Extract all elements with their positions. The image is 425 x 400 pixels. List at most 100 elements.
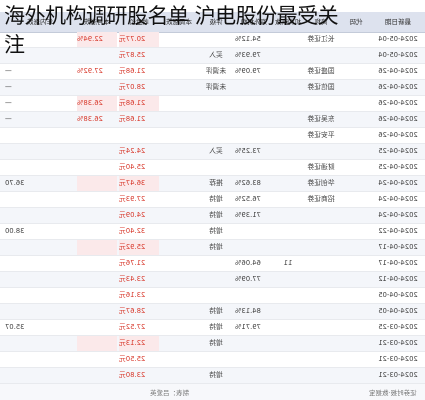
table-cell-rating: [199, 160, 233, 175]
table-cell-rating: 推荐: [209, 179, 223, 187]
table-cell-w: [161, 80, 197, 95]
table-cell-w: [161, 256, 197, 271]
table-cell-date: 2024-03-25: [378, 323, 418, 331]
table-cell-p: 23.80元: [119, 371, 146, 379]
table-cell-rating: 增持: [209, 307, 223, 315]
table-cell-w: [161, 272, 197, 287]
table-cell-m: [77, 320, 117, 335]
table-cell-w: [161, 112, 197, 127]
table-cell-code: [341, 256, 371, 271]
table-cell-p: 27.93元: [119, 195, 146, 203]
table-row: 2024-04-26 国信证券 未调评 28.07元 —: [0, 80, 425, 96]
table-cell-p: 25.50元: [119, 355, 146, 363]
table-cell-m: [77, 336, 117, 351]
table-cell-pct: [235, 336, 273, 351]
table-cell-name: 国盛证券: [307, 67, 335, 75]
table-cell-rating: [199, 288, 233, 303]
table-cell-w: [161, 352, 197, 367]
table-cell-rating: 增持: [209, 195, 223, 203]
table-cell-y: 35.07: [5, 323, 25, 331]
table-cell-w: [161, 192, 197, 207]
table-cell-pct: 83.62%: [235, 179, 261, 187]
table-cell-y: 38.00: [5, 227, 25, 235]
table-cell-name: [303, 336, 339, 351]
table-cell-name: [303, 224, 339, 239]
table-cell-y: [5, 160, 75, 175]
table-footer: 证券时报·数据宝 制表：吕爱英: [0, 384, 425, 400]
table-cell-y: —: [5, 83, 12, 91]
table-cell-n: [275, 80, 301, 95]
table-cell-n: [275, 128, 301, 143]
table-cell-pct: [235, 128, 273, 143]
table-cell-code: [341, 336, 371, 351]
table-cell-p: 21.68元: [119, 96, 159, 111]
table-cell-pct: 77.09%: [235, 275, 261, 283]
table-cell-n: [275, 320, 301, 335]
table-cell-code: [341, 96, 371, 111]
table-cell-code: [341, 240, 371, 255]
table-cell-y: [5, 288, 75, 303]
table-cell-name: [303, 304, 339, 319]
table-cell-rating: 增持: [209, 211, 223, 219]
table-cell-rating: [199, 352, 233, 367]
table-cell-m: [77, 192, 117, 207]
table-cell-pct: 79.71%: [235, 323, 261, 331]
table-cell-n: [275, 336, 301, 351]
table-cell-w: [161, 368, 197, 383]
table-cell-m: [77, 304, 117, 319]
table-cell-m: [77, 128, 117, 143]
table-cell-code: [341, 128, 371, 143]
table-cell-p: 21.68元: [119, 115, 146, 123]
table-cell-p: 28.07元: [119, 83, 146, 91]
table-cell-name: 华创证券: [307, 179, 335, 187]
table-row: 2024-03-21 增持 23.80元: [0, 368, 425, 384]
table-cell-date: 2024-04-24: [378, 179, 418, 187]
table-cell-m: [77, 80, 117, 95]
table-cell-code: [341, 368, 371, 383]
table-cell-name: 招商证券: [307, 195, 335, 203]
table-cell-name: 国信证券: [307, 83, 335, 91]
table-cell-code: [341, 112, 371, 127]
table-cell-y: [5, 240, 75, 255]
table-cell-n: [275, 352, 301, 367]
table-cell-y: [5, 336, 75, 351]
table-cell-rating: [199, 96, 233, 111]
table-cell-m: 27.92%: [77, 67, 103, 75]
table-cell-rating: 增持: [209, 243, 223, 251]
table-cell-pct: [235, 80, 273, 95]
table-cell-rating: 买入: [209, 147, 223, 155]
table-cell-date: 2024-04-26: [378, 99, 418, 107]
table-cell-m: [77, 208, 117, 223]
table-cell-w: [161, 160, 197, 175]
headline-line-1: 海外机构调研股名单 沪电股份最受关: [4, 4, 339, 28]
table-cell-m: 26.38%: [77, 115, 103, 123]
table-cell-pct: [235, 240, 273, 255]
table-row: 2024-03-21 增持 22.13元: [0, 336, 425, 352]
table-cell-code: [341, 352, 371, 367]
table-cell-w: [161, 336, 197, 351]
table-cell-m: [77, 288, 117, 303]
table-cell-w: [161, 240, 197, 255]
table-cell-m: [77, 352, 117, 367]
table-cell-n: [275, 96, 301, 111]
table-cell-p: 23.43元: [119, 275, 146, 283]
table-cell-m: [77, 272, 117, 287]
table-cell-w: [161, 208, 197, 223]
table-cell-y: [5, 304, 75, 319]
table-cell-date: 2024-04-05: [378, 291, 418, 299]
table-cell-rating: [199, 112, 233, 127]
table-cell-m: [77, 240, 117, 255]
table-cell-pct: 76.52%: [235, 195, 261, 203]
table-cell-rating: 增持: [209, 227, 223, 235]
table-cell-date: 2024-04-05: [378, 307, 418, 315]
table-cell-w: [161, 96, 197, 111]
table-cell-n: [275, 64, 301, 79]
table-cell-p: 24.09元: [119, 211, 146, 219]
table-cell-date: 2024-03-21: [378, 339, 418, 347]
table-cell-p: 32.40元: [119, 227, 146, 235]
table-cell-m: [77, 144, 117, 159]
table-cell-date: 2024-04-26: [378, 115, 418, 123]
table-cell-n: [275, 112, 301, 127]
table-cell-w: [161, 320, 197, 335]
table-row: 2024-03-25 79.71% 增持 27.52元 35.07: [0, 320, 425, 336]
